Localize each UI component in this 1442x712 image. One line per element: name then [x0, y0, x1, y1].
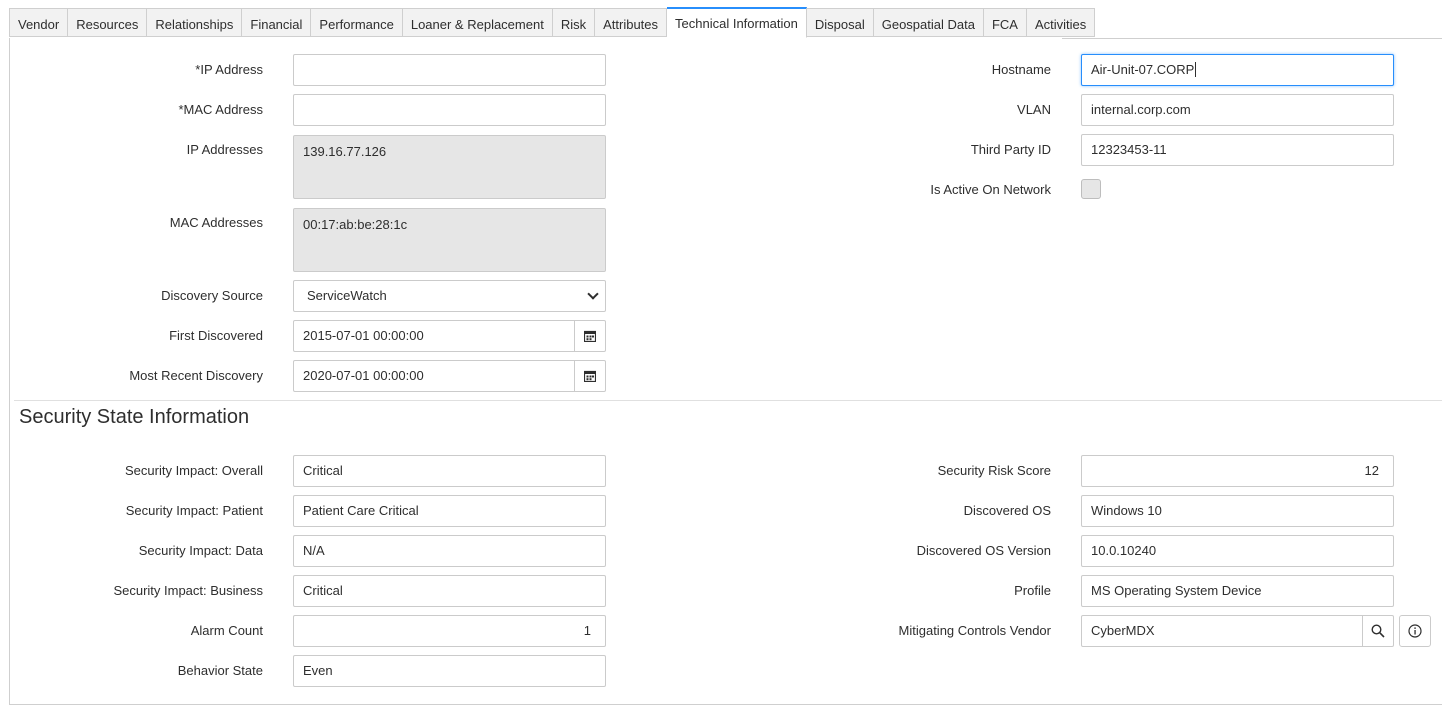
security-risk-score-input[interactable]: 12	[1081, 455, 1394, 487]
calendar-icon	[584, 330, 596, 342]
tab-fca[interactable]: FCA	[983, 8, 1027, 37]
tab-risk[interactable]: Risk	[552, 8, 596, 37]
discovered-os-version-label: Discovered OS Version	[916, 543, 1051, 558]
hostname-value: Air-Unit-07.CORP	[1091, 62, 1195, 77]
hostname-input[interactable]: Air-Unit-07.CORP	[1081, 54, 1394, 86]
tab-relationships[interactable]: Relationships	[147, 8, 243, 37]
third-party-id-label: Third Party ID	[970, 142, 1051, 157]
tab-attributes[interactable]: Attributes	[595, 8, 668, 37]
calendar-icon	[584, 370, 596, 382]
first-discovered-label: First Discovered	[169, 328, 263, 343]
security-impact-overall-label: Security Impact: Overall	[125, 463, 263, 478]
tab-vendor[interactable]: Vendor	[9, 8, 69, 37]
ip-addresses-textarea[interactable]: 139.16.77.126	[293, 135, 606, 199]
tab-activities[interactable]: Activities	[1026, 8, 1096, 37]
discovered-os-version-input[interactable]: 10.0.10240	[1081, 535, 1394, 567]
mitigating-controls-vendor-input[interactable]: CyberMDX	[1081, 615, 1363, 647]
discovered-os-label: Discovered OS	[963, 503, 1051, 518]
third-party-id-input[interactable]: 12323453-11	[1081, 134, 1394, 166]
tab-geospatial-data[interactable]: Geospatial Data	[873, 8, 984, 37]
mac-address-input[interactable]	[293, 94, 606, 126]
vlan-input[interactable]: internal.corp.com	[1081, 94, 1394, 126]
tab-financial[interactable]: Financial	[242, 8, 312, 37]
mac-addresses-textarea[interactable]: 00:17:ab:be:28:1c	[293, 208, 606, 272]
mitigating-controls-vendor-label: Mitigating Controls Vendor	[898, 623, 1051, 638]
hostname-label: Hostname	[991, 62, 1051, 77]
tab-technical-information[interactable]: Technical Information	[667, 7, 807, 38]
discovery-source-value: ServiceWatch	[307, 288, 387, 303]
ip-address-input[interactable]	[293, 54, 606, 86]
behavior-state-input[interactable]: Even	[293, 655, 606, 687]
ip-address-label: *IP Address	[195, 62, 263, 77]
security-impact-business-label: Security Impact: Business	[113, 583, 263, 598]
tab-bar: Vendor Resources Relationships Financial Per…	[9, 7, 1096, 38]
discovery-source-label: Discovery Source	[161, 288, 263, 303]
tab-performance[interactable]: Performance	[311, 8, 403, 37]
most-recent-discovery-calendar-button[interactable]	[574, 360, 606, 392]
is-active-on-network-checkbox[interactable]	[1081, 179, 1101, 199]
most-recent-discovery-label: Most Recent Discovery	[129, 368, 263, 383]
mac-addresses-label: MAC Addresses	[169, 215, 263, 230]
is-active-on-network-label: Is Active On Network	[930, 182, 1051, 197]
ip-addresses-label: IP Addresses	[186, 142, 263, 157]
tab-disposal[interactable]: Disposal	[806, 8, 874, 37]
discovered-os-input[interactable]: Windows 10	[1081, 495, 1394, 527]
behavior-state-label: Behavior State	[177, 663, 263, 678]
section-title: Security State Information	[19, 406, 250, 428]
security-impact-data-input[interactable]: N/A	[293, 535, 606, 567]
chevron-down-icon	[587, 288, 599, 300]
first-discovered-calendar-button[interactable]	[574, 320, 606, 352]
alarm-count-input[interactable]: 1	[293, 615, 606, 647]
security-risk-score-label: Security Risk Score	[937, 463, 1051, 478]
mac-address-label: *MAC Address	[178, 102, 263, 117]
discovery-source-select[interactable]: ServiceWatch	[293, 280, 606, 312]
text-caret	[1195, 62, 1197, 77]
tab-loaner-replacement[interactable]: Loaner & Replacement	[402, 8, 553, 37]
security-impact-business-input[interactable]: Critical	[293, 575, 606, 607]
profile-label: Profile	[1014, 583, 1051, 598]
vlan-label: VLAN	[1017, 102, 1051, 117]
tab-resources[interactable]: Resources	[68, 8, 148, 37]
search-icon	[1371, 624, 1385, 638]
profile-input[interactable]: MS Operating System Device	[1081, 575, 1394, 607]
most-recent-discovery-input[interactable]: 2020-07-01 00:00:00	[293, 360, 575, 392]
first-discovered-input[interactable]: 2015-07-01 00:00:00	[293, 320, 575, 352]
mitigating-controls-vendor-lookup-button[interactable]	[1362, 615, 1394, 647]
alarm-count-label: Alarm Count	[190, 623, 263, 638]
security-impact-patient-label: Security Impact: Patient	[125, 503, 263, 518]
section-divider	[14, 400, 1442, 401]
mitigating-controls-vendor-info-button[interactable]	[1399, 615, 1431, 647]
security-impact-patient-input[interactable]: Patient Care Critical	[293, 495, 606, 527]
security-impact-overall-input[interactable]: Critical	[293, 455, 606, 487]
security-impact-data-label: Security Impact: Data	[138, 543, 263, 558]
info-icon	[1408, 624, 1422, 638]
